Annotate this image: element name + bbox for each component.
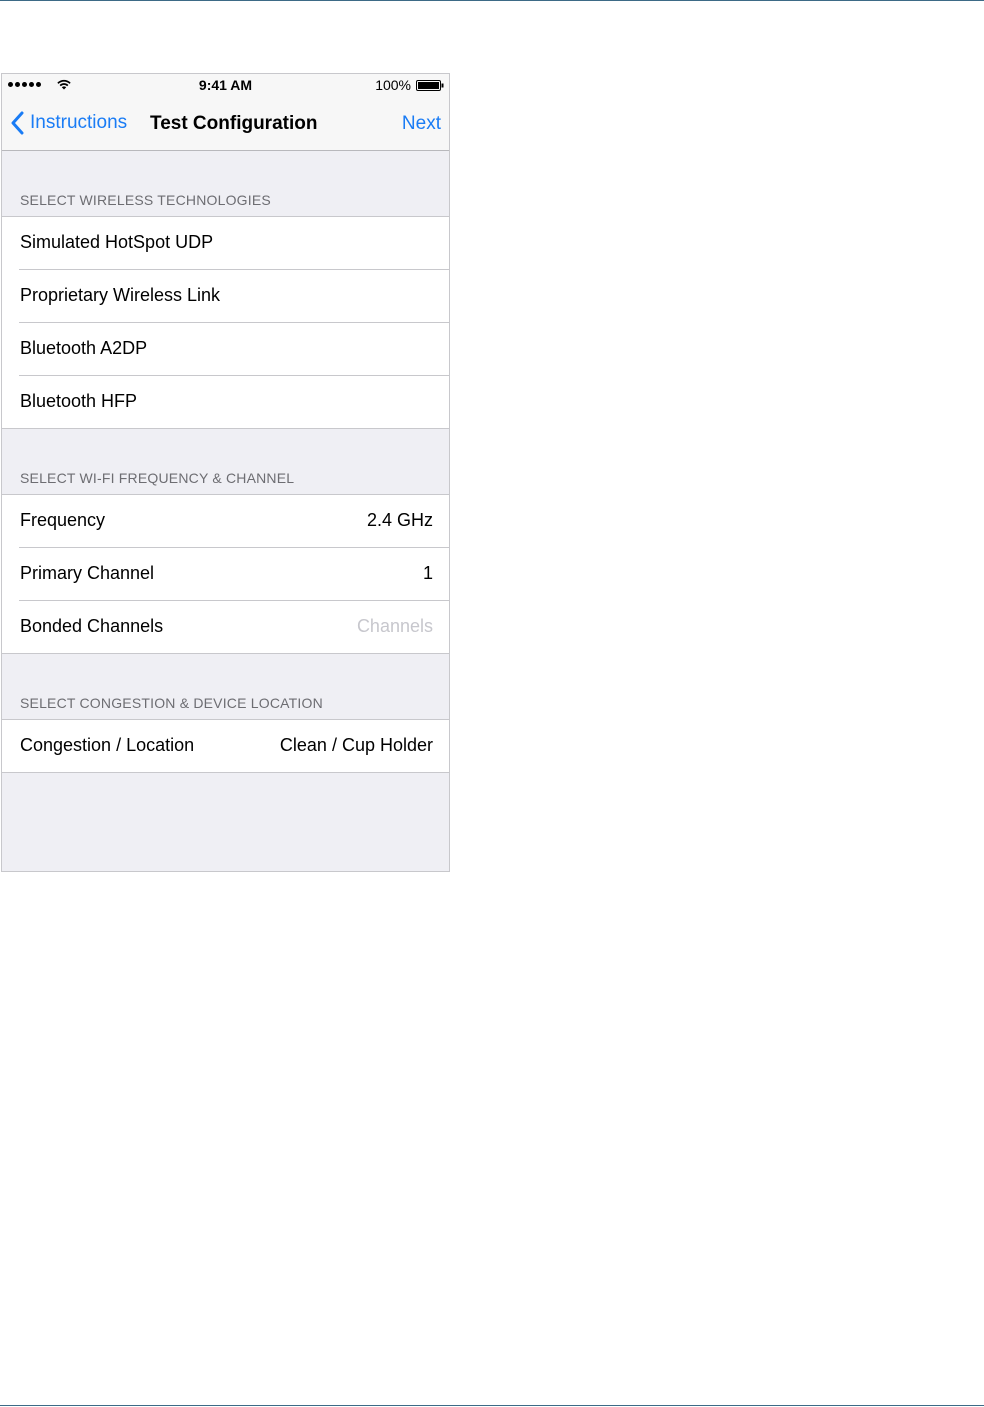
list-item-frequency[interactable]: Frequency 2.4 GHz	[2, 495, 449, 547]
congestion-location-value: Clean / Cup Holder	[279, 735, 433, 755]
section-header-congestion: SELECT CONGESTION & DEVICE LOCATION	[2, 654, 449, 719]
row-label: Bonded Channels	[20, 616, 164, 636]
phone-screen: 9:41 AM 100% Instructions Test Configura…	[1, 73, 450, 872]
row-label: Congestion / Location	[20, 735, 195, 755]
list-item-simulated-hotspot-udp[interactable]: Simulated HotSpot UDP	[2, 217, 449, 269]
section-header-wireless: SELECT WIRELESS TECHNOLOGIES	[2, 151, 449, 216]
row-label: Primary Channel	[20, 563, 155, 583]
settings-list: SELECT WIRELESS TECHNOLOGIES Simulated H…	[2, 151, 449, 773]
page-top-rule	[0, 0, 984, 1]
battery-icon	[416, 80, 444, 91]
list-item-bonded-channels[interactable]: Bonded Channels Channels	[2, 600, 449, 653]
wifi-frequency-group: Frequency 2.4 GHz Primary Channel 1 Bond…	[2, 494, 449, 654]
chevron-left-icon	[11, 111, 24, 135]
section-header-label: SELECT WI-FI FREQUENCY & CHANNEL	[20, 470, 295, 486]
bonded-channels-placeholder: Channels	[356, 616, 433, 636]
page-bottom-rule	[0, 1405, 984, 1406]
wireless-technologies-group: Simulated HotSpot UDP Proprietary Wirele…	[2, 216, 449, 429]
list-item-proprietary-wireless-link[interactable]: Proprietary Wireless Link	[2, 269, 449, 322]
list-item-bluetooth-a2dp[interactable]: Bluetooth A2DP	[2, 322, 449, 375]
primary-channel-value: 1	[422, 563, 433, 583]
list-item-primary-channel[interactable]: Primary Channel 1	[2, 547, 449, 600]
list-item-bluetooth-hfp[interactable]: Bluetooth HFP	[2, 375, 449, 428]
status-bar: 9:41 AM 100%	[2, 74, 449, 96]
back-button-label: Instructions	[30, 112, 128, 133]
row-label: Bluetooth HFP	[20, 391, 138, 411]
list-item-congestion-location[interactable]: Congestion / Location Clean / Cup Holder	[2, 720, 449, 772]
section-header-label: SELECT WIRELESS TECHNOLOGIES	[20, 192, 271, 208]
frequency-value: 2.4 GHz	[366, 510, 433, 530]
section-header-label: SELECT CONGESTION & DEVICE LOCATION	[20, 695, 323, 711]
section-header-wifi: SELECT WI-FI FREQUENCY & CHANNEL	[2, 429, 449, 494]
congestion-location-group: Congestion / Location Clean / Cup Holder	[2, 719, 449, 773]
page-title: Test Configuration	[150, 113, 318, 134]
row-label: Bluetooth A2DP	[20, 338, 148, 358]
row-label: Proprietary Wireless Link	[20, 285, 221, 305]
navigation-bar: Instructions Test Configuration Next	[2, 96, 449, 151]
battery-percent: 100%	[375, 77, 411, 93]
row-label: Frequency	[20, 510, 106, 530]
row-label: Simulated HotSpot UDP	[20, 232, 214, 252]
back-button[interactable]: Instructions	[10, 110, 127, 136]
next-button[interactable]: Next	[402, 113, 441, 135]
